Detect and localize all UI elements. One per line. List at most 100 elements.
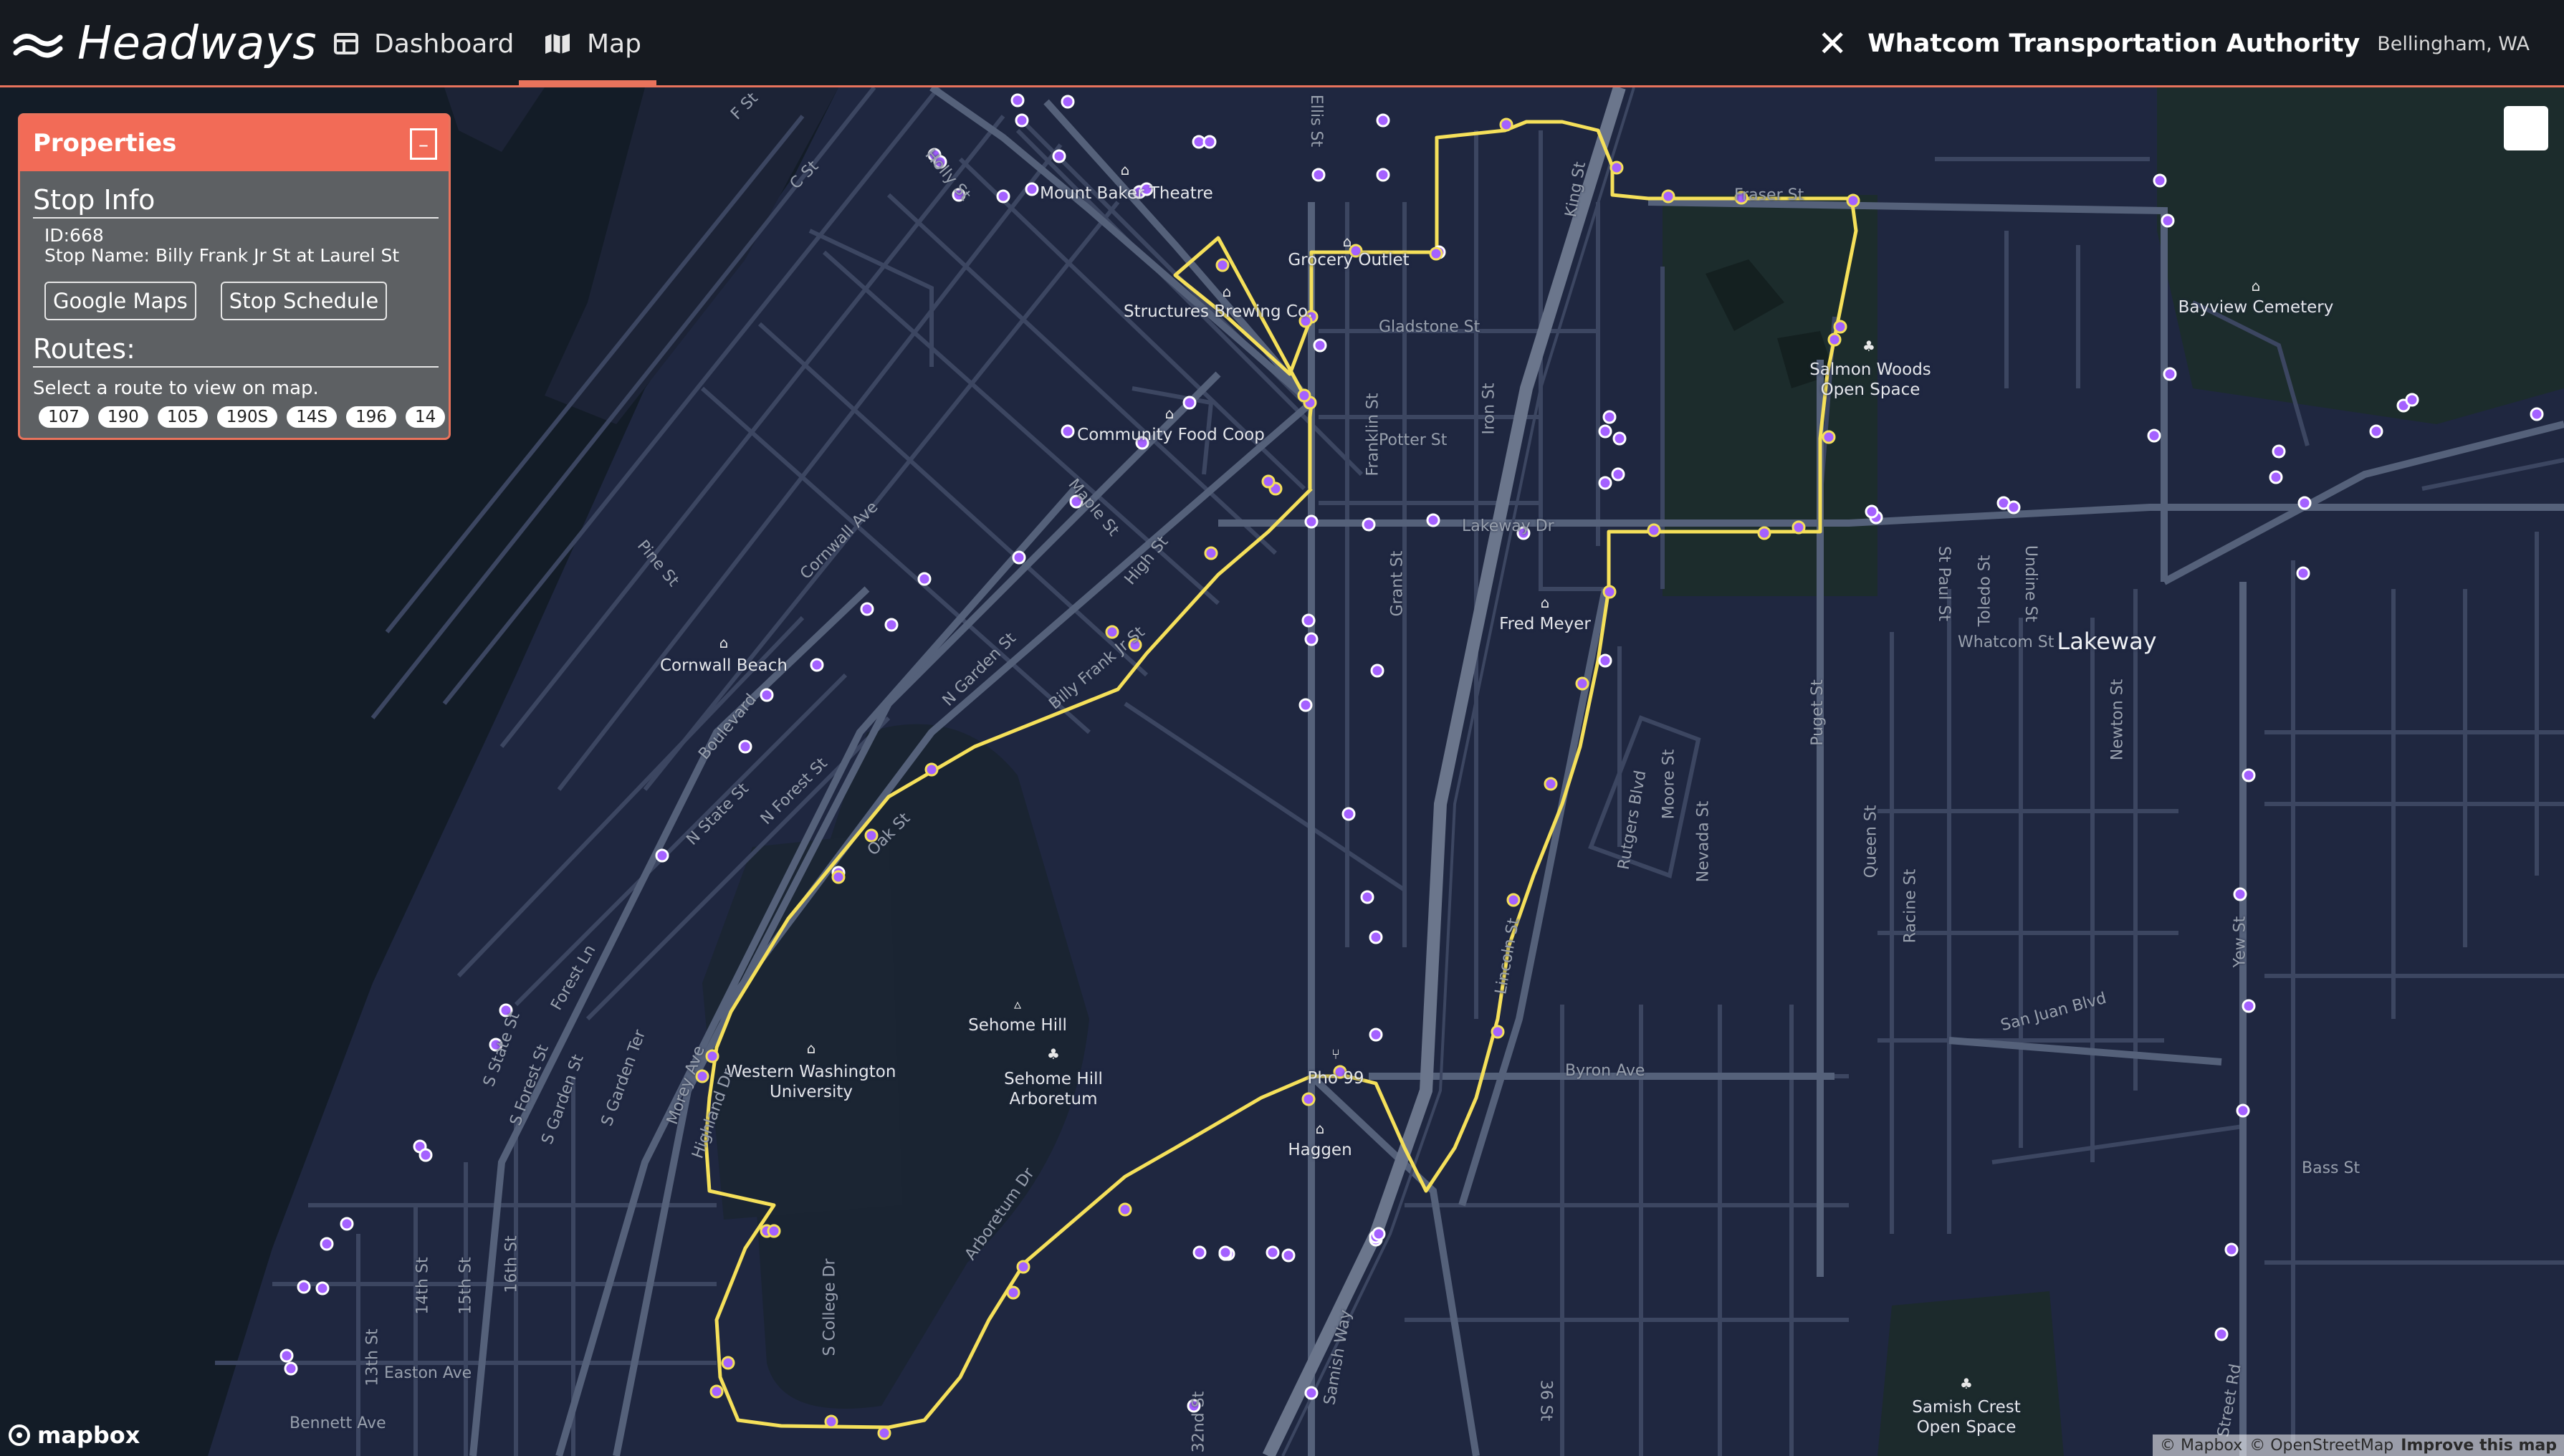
route-stop-marker[interactable] — [1118, 1202, 1132, 1217]
close-icon[interactable]: ✕ — [1817, 23, 1847, 64]
route-stop-marker[interactable] — [1261, 474, 1276, 489]
route-pill[interactable]: 14S — [287, 406, 338, 428]
agency-selector[interactable]: ✕ Whatcom Transportation Authority Belli… — [1817, 0, 2530, 87]
google-maps-button[interactable]: Google Maps — [44, 282, 196, 320]
bus-stop-marker[interactable] — [655, 848, 669, 863]
bus-stop-marker[interactable] — [1602, 410, 1617, 424]
bus-stop-marker[interactable] — [1266, 1245, 1280, 1260]
attribution-osm[interactable]: © OpenStreetMap — [2249, 1437, 2393, 1455]
route-pill[interactable]: 190S — [216, 406, 278, 428]
bus-stop-marker[interactable] — [2224, 1242, 2239, 1257]
bus-stop-marker[interactable] — [1304, 1386, 1319, 1400]
bus-stop-marker[interactable] — [2272, 444, 2286, 459]
route-stop-marker[interactable] — [1016, 1260, 1030, 1274]
bus-stop-marker[interactable] — [1313, 338, 1327, 353]
bus-stop-marker[interactable] — [2269, 470, 2283, 484]
route-stop-marker[interactable] — [705, 1049, 719, 1063]
route-stop-marker[interactable] — [1602, 585, 1617, 599]
route-pill[interactable]: 196 — [346, 406, 396, 428]
bus-stop-marker[interactable] — [1304, 632, 1319, 646]
bus-stop-marker[interactable] — [1052, 149, 1066, 163]
route-stop-marker[interactable] — [767, 1224, 781, 1238]
bus-stop-marker[interactable] — [1376, 113, 1390, 128]
route-stop-marker[interactable] — [1105, 625, 1119, 639]
bus-stop-marker[interactable] — [1362, 517, 1376, 532]
bus-stop-marker[interactable] — [2161, 214, 2175, 228]
route-stop-marker[interactable] — [1575, 676, 1589, 691]
bus-stop-marker[interactable] — [860, 602, 874, 616]
route-stop-marker[interactable] — [1544, 777, 1558, 791]
route-stop-marker[interactable] — [924, 762, 939, 777]
bus-stop-marker[interactable] — [1370, 664, 1384, 678]
bus-stop-marker[interactable] — [297, 1280, 311, 1294]
route-stop-marker[interactable] — [1204, 546, 1218, 560]
bus-stop-marker[interactable] — [1369, 930, 1383, 944]
route-stop-marker[interactable] — [831, 870, 846, 884]
route-stop-marker[interactable] — [1661, 189, 1675, 203]
route-stop-marker[interactable] — [1215, 258, 1230, 272]
bus-stop-marker[interactable] — [2214, 1327, 2229, 1341]
brand[interactable]: Headways — [13, 13, 317, 75]
route-stop-marker[interactable] — [1429, 246, 1443, 261]
bus-stop-marker[interactable] — [1311, 168, 1326, 182]
bus-stop-marker[interactable] — [1218, 1245, 1233, 1260]
bus-stop-marker[interactable] — [320, 1237, 334, 1251]
route-stop-marker[interactable] — [1499, 118, 1513, 132]
bus-stop-marker[interactable] — [1360, 890, 1374, 904]
bus-stop-marker[interactable] — [1341, 807, 1356, 821]
bus-stop-marker[interactable] — [1061, 424, 1075, 439]
bus-stop-marker[interactable] — [1010, 93, 1025, 107]
bus-stop-marker[interactable] — [1025, 182, 1039, 196]
bus-stop-marker[interactable] — [1598, 653, 1612, 668]
bus-stop-marker[interactable] — [1611, 467, 1625, 482]
bus-stop-marker[interactable] — [1061, 95, 1075, 109]
bus-stop-marker[interactable] — [1304, 514, 1319, 529]
bus-stop-marker[interactable] — [884, 618, 899, 632]
nav-map[interactable]: Map — [519, 0, 656, 87]
route-stop-marker[interactable] — [1846, 193, 1860, 208]
bus-stop-marker[interactable] — [279, 1349, 294, 1363]
attribution-improve[interactable]: Improve this map — [2401, 1437, 2557, 1455]
nav-dashboard[interactable]: Dashboard — [334, 0, 514, 87]
route-stop-marker[interactable] — [709, 1384, 724, 1399]
bus-stop-marker[interactable] — [315, 1281, 330, 1295]
route-stop-marker[interactable] — [1609, 161, 1624, 175]
bus-stop-marker[interactable] — [917, 572, 932, 586]
bus-stop-marker[interactable] — [1376, 168, 1390, 182]
bus-stop-marker[interactable] — [2405, 393, 2419, 407]
bus-stop-marker[interactable] — [1865, 504, 1879, 519]
bus-stop-marker[interactable] — [1372, 1227, 1386, 1241]
route-stop-marker[interactable] — [1506, 893, 1521, 907]
bus-stop-marker[interactable] — [284, 1361, 298, 1376]
bus-stop-marker[interactable] — [1598, 476, 1612, 490]
route-pill[interactable]: 107 — [39, 406, 89, 428]
bus-stop-marker[interactable] — [2242, 768, 2256, 782]
route-stop-marker[interactable] — [1006, 1285, 1020, 1300]
route-pill[interactable]: 105 — [157, 406, 208, 428]
route-stop-marker[interactable] — [1491, 1025, 1505, 1039]
stop-schedule-button[interactable]: Stop Schedule — [220, 282, 388, 320]
bus-stop-marker[interactable] — [810, 658, 824, 672]
route-stop-marker[interactable] — [1833, 320, 1847, 334]
bus-stop-marker[interactable] — [2233, 887, 2247, 901]
bus-stop-marker[interactable] — [1281, 1248, 1296, 1263]
map-control-button[interactable] — [2504, 106, 2548, 150]
route-pill[interactable]: 190 — [97, 406, 148, 428]
bus-stop-marker[interactable] — [2147, 428, 2161, 443]
route-stop-marker[interactable] — [1792, 520, 1806, 535]
bus-stop-marker[interactable] — [1012, 550, 1026, 565]
route-stop-marker[interactable] — [824, 1414, 838, 1429]
bus-stop-marker[interactable] — [738, 739, 752, 754]
bus-stop-marker[interactable] — [2297, 496, 2312, 510]
bus-stop-marker[interactable] — [2530, 407, 2544, 421]
route-stop-marker[interactable] — [721, 1356, 735, 1370]
mapbox-logo[interactable]: mapbox — [9, 1422, 140, 1449]
bus-stop-marker[interactable] — [2006, 500, 2021, 514]
bus-stop-marker[interactable] — [1182, 396, 1197, 410]
bus-stop-marker[interactable] — [2236, 1103, 2250, 1118]
bus-stop-marker[interactable] — [996, 189, 1010, 203]
bus-stop-marker[interactable] — [1598, 424, 1612, 439]
attribution-mapbox[interactable]: © Mapbox — [2160, 1437, 2242, 1455]
bus-stop-marker[interactable] — [2153, 173, 2167, 188]
bus-stop-marker[interactable] — [2296, 566, 2310, 580]
